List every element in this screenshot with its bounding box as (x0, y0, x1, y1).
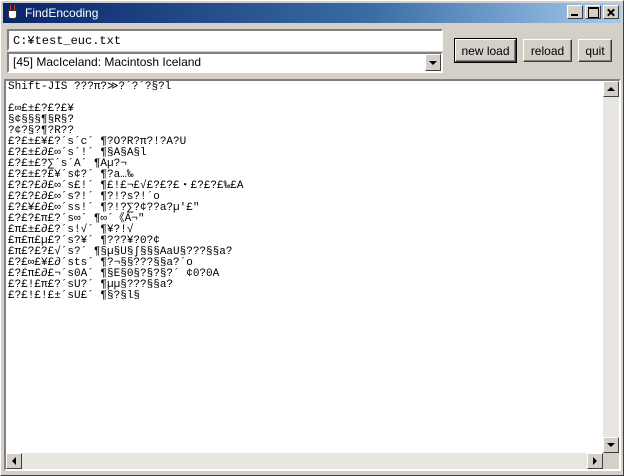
close-icon[interactable] (603, 5, 619, 19)
title-bar[interactable]: FindEncoding (3, 3, 621, 23)
maximize-icon[interactable] (585, 5, 601, 19)
java-cup-icon (5, 5, 21, 21)
findencoding-window: FindEncoding C:¥test_euc.txt [45] MacIce… (0, 0, 624, 476)
scroll-up-icon[interactable] (603, 81, 619, 97)
output-text-area[interactable]: Shift-JIS ???π?≫?´?´?§?l £∞£±£?£?£¥ §¢§§§… (4, 79, 621, 471)
output-text[interactable]: Shift-JIS ???π?≫?´?´?§?l £∞£±£?£?£¥ §¢§§§… (6, 81, 603, 453)
window-title: FindEncoding (25, 6, 99, 20)
new-load-button[interactable]: new load (454, 38, 517, 63)
encoding-selected-value: [45] MacIceland: Macintosh Iceland (13, 55, 202, 69)
horizontal-scrollbar[interactable] (6, 453, 603, 469)
output-line: £∞£±£?£?£¥ (8, 103, 75, 115)
window-controls (565, 5, 619, 19)
scroll-left-icon[interactable] (6, 453, 22, 469)
scrollbar-corner (603, 453, 619, 469)
output-line: £?£!£!£±´sU£´ ¶§?§l§ (8, 290, 141, 302)
scroll-right-icon[interactable] (587, 453, 603, 469)
quit-button[interactable]: quit (578, 39, 612, 62)
output-line: Shift-JIS ???π?≫?´?´?§?l (8, 81, 172, 93)
minimize-icon[interactable] (567, 5, 583, 19)
scroll-down-icon[interactable] (603, 437, 619, 453)
encoding-select[interactable]: [45] MacIceland: Macintosh Iceland (7, 52, 443, 73)
output-line: §¢§§§¶§R§? (8, 114, 75, 126)
file-path-input[interactable]: C:¥test_euc.txt (7, 29, 443, 51)
chevron-down-icon[interactable] (425, 54, 441, 71)
reload-button[interactable]: reload (523, 39, 572, 62)
vertical-scrollbar[interactable] (603, 81, 619, 453)
